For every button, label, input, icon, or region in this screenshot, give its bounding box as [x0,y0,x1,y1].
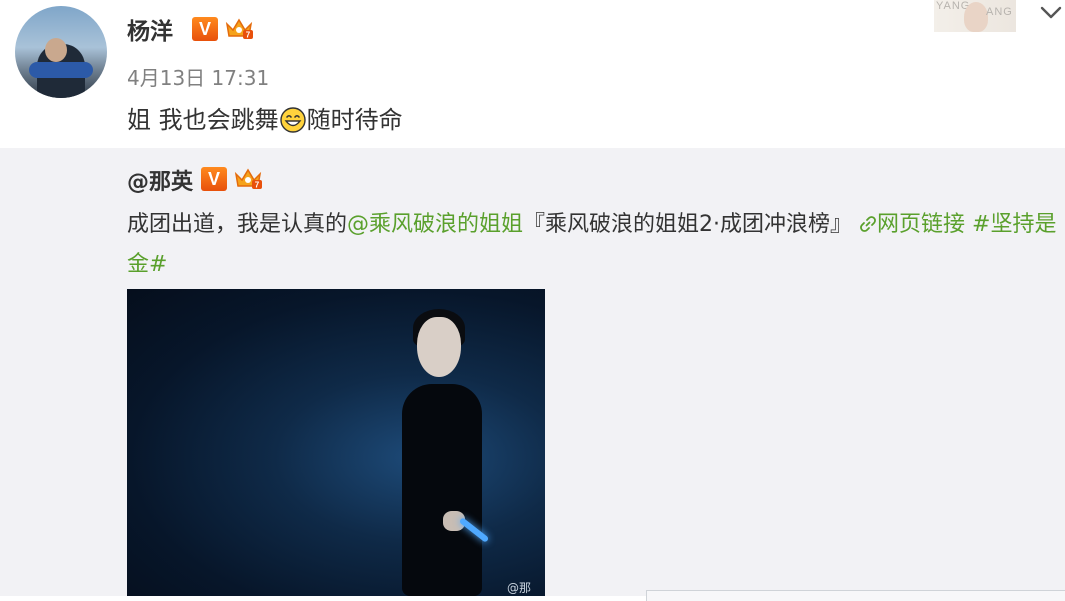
repost-author[interactable]: @那英 [127,164,193,196]
vip-crown-icon: 7 [225,18,253,40]
verified-badge-icon: V [192,17,218,41]
link-icon [860,216,876,232]
top-thumbnail-image[interactable]: YANG ANG [934,0,1016,32]
post-text: 姐 我也会跳舞 随时待命 [127,100,403,135]
post-timestamp[interactable]: 4月13日 17:31 [127,62,269,91]
repost-text-part-1: 成团出道，我是认真的 [127,212,348,237]
author-name[interactable]: 杨洋 [127,12,173,46]
repost-text: 成团出道，我是认真的@乘风破浪的姐姐『乘风破浪的姐姐2·成团冲浪榜』 网页链接 … [127,205,1062,285]
repost-text-part-2: 『乘风破浪的姐姐2·成团冲浪榜』 [523,212,853,237]
web-link[interactable]: 网页链接 [859,212,965,237]
svg-text:7: 7 [246,31,251,40]
repost-verified-badge-icon: V [201,167,227,191]
photo-head [417,317,461,377]
thumbnail-brand-right: ANG [986,6,1013,18]
post-text-part-2: 随时待命 [306,106,403,134]
avatar[interactable] [15,6,107,98]
mention-link[interactable]: @乘风破浪的姐姐 [347,212,523,237]
avatar-scarf [29,62,93,78]
repost-photo[interactable]: @那 [127,289,545,596]
photo-watermark: @那 [507,581,532,595]
avatar-face [45,38,67,62]
chevron-down-icon[interactable] [1038,2,1064,24]
photo-figure [402,384,482,596]
post-text-part-1: 姐 我也会跳舞 [127,106,279,134]
svg-text:7: 7 [255,181,260,190]
repost-vip-crown-icon: 7 [234,168,262,190]
web-link-label: 网页链接 [877,212,966,237]
grinning-face-icon [279,107,306,133]
thumbnail-face [964,2,988,32]
